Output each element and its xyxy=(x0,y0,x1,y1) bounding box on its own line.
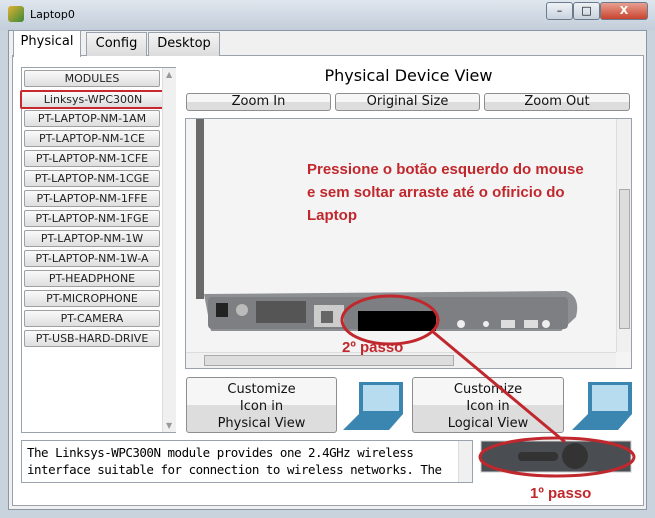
zoom-in-button[interactable]: Zoom In xyxy=(186,93,331,111)
button-line: Logical View xyxy=(447,416,529,431)
view-title: Physical Device View xyxy=(324,66,493,85)
customize-physical-button[interactable]: Customize Icon in Physical View xyxy=(186,377,337,433)
module-item[interactable]: PT-LAPTOP-NM-1AM xyxy=(24,110,160,127)
button-line: Physical View xyxy=(217,416,306,431)
maximize-button[interactable]: □ xyxy=(573,2,600,20)
module-item[interactable]: PT-LAPTOP-NM-1FFE xyxy=(24,190,160,207)
minimize-button[interactable]: – xyxy=(546,2,573,20)
module-item[interactable]: PT-LAPTOP-NM-1FGE xyxy=(24,210,160,227)
button-line: Icon in xyxy=(239,399,284,414)
window-title: Laptop0 xyxy=(30,8,75,21)
module-item[interactable]: PT-LAPTOP-NM-1W-A xyxy=(24,250,160,267)
module-item[interactable]: PT-LAPTOP-NM-1CE xyxy=(24,130,160,147)
laptop-icon-logical xyxy=(572,382,632,430)
view-vertical-scrollbar[interactable] xyxy=(616,119,631,352)
module-item[interactable]: PT-LAPTOP-NM-1W xyxy=(24,230,160,247)
step1-label: 1º passo xyxy=(530,485,592,502)
scroll-up-icon[interactable]: ▲ xyxy=(166,70,172,79)
modules-header: MODULES xyxy=(24,70,160,87)
module-description[interactable]: The Linksys-WPC300N module provides one … xyxy=(21,440,473,483)
scroll-down-icon[interactable]: ▼ xyxy=(166,421,172,430)
module-list: MODULES Linksys-WPC300N PT-LAPTOP-NM-1AM… xyxy=(20,67,176,433)
tab-config[interactable]: Config xyxy=(86,32,147,56)
tab-physical[interactable]: Physical xyxy=(13,30,81,57)
module-list-scrollbar[interactable]: ▲ ▼ xyxy=(162,68,176,432)
app-icon xyxy=(8,6,24,22)
module-item[interactable]: PT-LAPTOP-NM-1CFE xyxy=(24,150,160,167)
zoom-out-button[interactable]: Zoom Out xyxy=(484,93,630,111)
module-item[interactable]: PT-CAMERA xyxy=(24,310,160,327)
physical-device-view[interactable] xyxy=(185,118,632,369)
button-line: Customize xyxy=(227,382,296,397)
button-line: Icon in xyxy=(466,399,510,414)
title-bar: Laptop0 – □ X xyxy=(0,0,655,30)
module-item-linksys-wpc300n[interactable]: Linksys-WPC300N xyxy=(20,90,166,109)
linksys-wpc300n-module-image[interactable] xyxy=(480,440,632,473)
tab-desktop[interactable]: Desktop xyxy=(148,32,220,56)
laptop-icon-physical xyxy=(343,382,403,430)
description-scrollbar[interactable] xyxy=(458,441,472,482)
module-item[interactable]: PT-USB-HARD-DRIVE xyxy=(24,330,160,347)
module-item[interactable]: PT-LAPTOP-NM-1CGE xyxy=(24,170,160,187)
customize-logical-button[interactable]: Customize Icon in Logical View xyxy=(412,377,564,433)
button-line: Customize xyxy=(453,382,523,397)
close-button[interactable]: X xyxy=(600,2,648,20)
laptop-side-image xyxy=(196,119,578,331)
module-item[interactable]: PT-HEADPHONE xyxy=(24,270,160,287)
module-item[interactable]: PT-MICROPHONE xyxy=(24,290,160,307)
original-size-button[interactable]: Original Size xyxy=(335,93,480,111)
instruction-annotation: Pressione o botão esquerdo do mouse e se… xyxy=(307,161,584,224)
step2-label: 2º passo xyxy=(342,339,404,356)
horizontal-scroll-thumb[interactable] xyxy=(204,355,454,366)
vertical-scroll-thumb[interactable] xyxy=(619,189,630,329)
